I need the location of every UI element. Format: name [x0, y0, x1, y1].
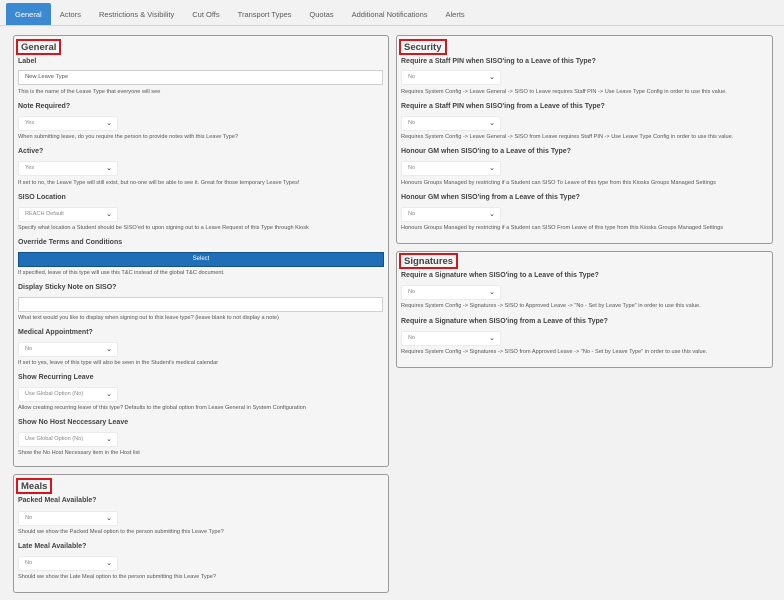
gm-to-help: Honours Groups Managed by restricting if… [401, 180, 716, 186]
active-help: If set to no, the Leave Type will still … [18, 180, 300, 186]
sig-to-help: Requires System Config -> Signatures -> … [401, 303, 701, 309]
chevron-down-icon: ⌄ [106, 165, 112, 172]
tab-restrictions-visibility[interactable]: Restrictions & Visibility [90, 3, 183, 25]
siso-location-label: SISO Location [18, 194, 66, 201]
override-terms-label: Override Terms and Conditions [18, 239, 123, 246]
packed-meal-select[interactable]: No ⌄ [18, 511, 118, 526]
packed-meal-help: Should we show the Packed Meal option to… [18, 529, 224, 535]
meals-panel: Meals Packed Meal Available? No ⌄ Should … [13, 474, 389, 593]
chevron-down-icon: ⌄ [106, 120, 112, 127]
gm-to-label: Honour GM when SISO'ing to a Leave of th… [401, 148, 571, 155]
medical-value: No [25, 346, 33, 352]
pin-from-help: Requires System Config -> Leave General … [401, 134, 734, 140]
no-host-select[interactable]: Use Global Option (No) ⌄ [18, 432, 118, 447]
signatures-panel: Signatures Require a Signature when SISO… [396, 251, 773, 368]
medical-label: Medical Appointment? [18, 329, 93, 336]
active-label: Active? [18, 148, 44, 155]
note-required-select[interactable]: Yes ⌄ [18, 116, 118, 131]
active-select[interactable]: Yes ⌄ [18, 161, 118, 176]
active-value: Yes [25, 165, 35, 171]
recurring-label: Show Recurring Leave [18, 374, 94, 381]
note-required-label: Note Required? [18, 103, 71, 110]
tab-alerts[interactable]: Alerts [437, 3, 474, 25]
gm-to-value: No [408, 165, 416, 171]
gm-to-select[interactable]: No ⌄ [401, 161, 501, 176]
label-help: This is the name of the Leave Type that … [18, 89, 161, 95]
pin-to-help: Requires System Config -> Leave General … [401, 89, 727, 95]
note-required-help: When submitting leave, do you require th… [18, 134, 239, 140]
label-input[interactable]: New Leave Type [18, 70, 383, 85]
recurring-help: Allow creating recurring leave of this t… [18, 405, 306, 411]
siso-location-value: REACH Default [25, 211, 64, 217]
meals-title: Meals [16, 478, 53, 494]
late-meal-select[interactable]: No ⌄ [18, 556, 118, 571]
pin-from-value: No [408, 120, 416, 126]
late-meal-value: No [25, 560, 33, 566]
late-meal-help: Should we show the Late Meal option to t… [18, 574, 216, 580]
gm-from-value: No [408, 211, 416, 217]
gm-from-help: Honours Groups Managed by restricting if… [401, 225, 724, 231]
medical-help: If set to yes, leave of this type will a… [18, 360, 219, 366]
sig-to-value: No [408, 289, 416, 295]
packed-meal-value: No [25, 515, 33, 521]
sig-from-select[interactable]: No ⌄ [401, 331, 501, 346]
no-host-label: Show No Host Neccessary Leave [18, 419, 129, 426]
note-required-value: Yes [25, 120, 35, 126]
chevron-down-icon: ⌄ [489, 289, 495, 296]
medical-select[interactable]: No ⌄ [18, 342, 118, 357]
recurring-value: Use Global Option (No) [25, 391, 84, 397]
chevron-down-icon: ⌄ [489, 211, 495, 218]
tab-general[interactable]: General [6, 3, 51, 25]
sig-to-select[interactable]: No ⌄ [401, 285, 501, 300]
tab-actors[interactable]: Actors [51, 3, 90, 25]
sticky-note-input[interactable] [18, 297, 383, 312]
pin-to-value: No [408, 74, 416, 80]
chevron-down-icon: ⌄ [106, 391, 112, 398]
sig-from-value: No [408, 335, 416, 341]
pin-from-select[interactable]: No ⌄ [401, 116, 501, 131]
sig-to-label: Require a Signature when SISO'ing to a L… [401, 272, 599, 279]
chevron-down-icon: ⌄ [106, 346, 112, 353]
no-host-value: Use Global Option (No) [25, 436, 84, 442]
label-field-label: Label [18, 58, 37, 65]
general-title: General [16, 39, 62, 55]
packed-meal-label: Packed Meal Available? [18, 497, 97, 504]
chevron-down-icon: ⌄ [489, 74, 495, 81]
sig-from-label: Require a Signature when SISO'ing from a… [401, 318, 608, 325]
chevron-down-icon: ⌄ [106, 515, 112, 522]
tab-transport-types[interactable]: Transport Types [229, 3, 301, 25]
tab-bar: General Actors Restrictions & Visibility… [0, 3, 784, 26]
security-title: Security [399, 39, 447, 55]
tab-quotas[interactable]: Quotas [300, 3, 342, 25]
chevron-down-icon: ⌄ [106, 211, 112, 218]
pin-to-label: Require a Staff PIN when SISO'ing to a L… [401, 58, 596, 65]
no-host-help: Show the No Host Necessary item in the H… [18, 450, 140, 456]
gm-from-select[interactable]: No ⌄ [401, 207, 501, 222]
siso-location-select[interactable]: REACH Default ⌄ [18, 207, 118, 222]
chevron-down-icon: ⌄ [489, 335, 495, 342]
signatures-title: Signatures [399, 253, 459, 269]
chevron-down-icon: ⌄ [106, 560, 112, 567]
chevron-down-icon: ⌄ [489, 120, 495, 127]
sticky-note-label: Display Sticky Note on SISO? [18, 284, 117, 291]
chevron-down-icon: ⌄ [489, 165, 495, 172]
tab-additional-notifications[interactable]: Additional Notifications [343, 3, 437, 25]
sig-from-help: Requires System Config -> Signatures -> … [401, 349, 708, 355]
siso-location-help: Specify what location a Student should b… [18, 225, 309, 231]
sticky-note-help: What text would you like to display when… [18, 315, 279, 321]
override-terms-help: If specified, leave of this type will us… [18, 270, 225, 276]
general-panel: General Label New Leave Type This is the… [13, 35, 389, 467]
late-meal-label: Late Meal Available? [18, 543, 87, 550]
select-terms-button[interactable]: Select [18, 252, 384, 267]
gm-from-label: Honour GM when SISO'ing from a Leave of … [401, 194, 580, 201]
security-panel: Security Require a Staff PIN when SISO'i… [396, 35, 773, 244]
tab-cut-offs[interactable]: Cut Offs [183, 3, 228, 25]
pin-from-label: Require a Staff PIN when SISO'ing from a… [401, 103, 605, 110]
chevron-down-icon: ⌄ [106, 436, 112, 443]
recurring-select[interactable]: Use Global Option (No) ⌄ [18, 387, 118, 402]
pin-to-select[interactable]: No ⌄ [401, 70, 501, 85]
